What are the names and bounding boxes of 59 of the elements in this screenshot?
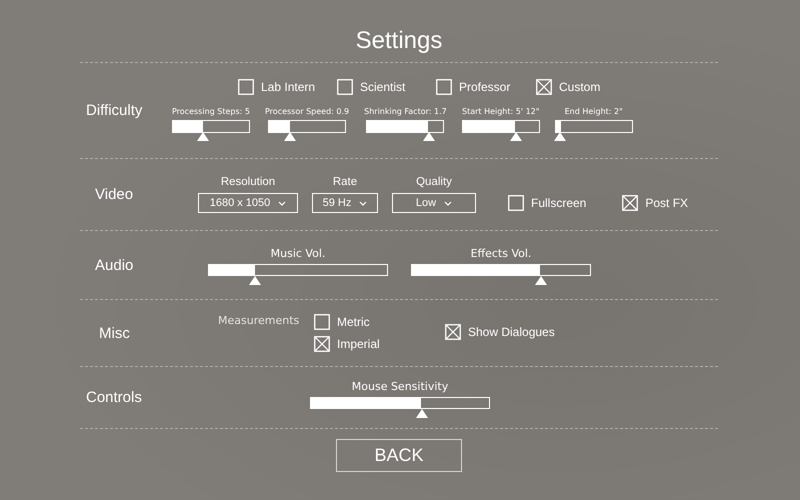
slider-track[interactable] bbox=[310, 396, 490, 408]
checkbox-label[interactable]: Post FX bbox=[645, 196, 688, 210]
slider-thumb-icon[interactable] bbox=[510, 132, 522, 141]
slider-track[interactable] bbox=[366, 120, 444, 133]
checkbox[interactable] bbox=[238, 79, 254, 95]
dropdown[interactable]: 1680 x 1050 bbox=[198, 193, 298, 213]
section-label: Controls bbox=[85, 389, 143, 406]
slider-thumb-icon[interactable] bbox=[534, 276, 547, 285]
chevron-down-icon bbox=[278, 200, 286, 206]
dropdown-label: Resolution bbox=[220, 176, 276, 188]
checkbox-label[interactable]: Lab Intern bbox=[261, 80, 316, 94]
checkbox[interactable] bbox=[508, 195, 524, 211]
page-title: Settings bbox=[354, 26, 444, 56]
slider-thumb-icon[interactable] bbox=[422, 132, 435, 141]
slider-track[interactable] bbox=[411, 264, 591, 276]
slider-label: Shrinking Factor: 1.7 bbox=[364, 107, 447, 116]
slider-label: Effects Vol. bbox=[470, 247, 532, 260]
checkbox-label[interactable]: Imperial bbox=[337, 337, 380, 351]
slider-thumb-icon[interactable] bbox=[248, 276, 261, 285]
checkbox-label[interactable]: Show Dialogues bbox=[468, 325, 555, 339]
dropdown-label: Quality bbox=[416, 176, 452, 188]
checkbox-label[interactable]: Fullscreen bbox=[531, 196, 586, 210]
slider-label: Processor Speed: 0.9 bbox=[265, 107, 350, 116]
slider-label: Processing Steps: 5 bbox=[172, 107, 250, 116]
dropdown[interactable]: Low bbox=[392, 193, 476, 213]
checkbox-label[interactable]: Professor bbox=[459, 80, 510, 94]
dropdown[interactable]: 59 Hz bbox=[312, 193, 378, 213]
back-button[interactable]: BACK bbox=[336, 439, 462, 472]
chevron-down-icon bbox=[359, 200, 368, 206]
slider-track[interactable] bbox=[208, 264, 388, 276]
group-label: Measurements bbox=[218, 314, 300, 327]
checkbox[interactable] bbox=[436, 79, 452, 95]
checked-checkbox[interactable] bbox=[314, 336, 330, 352]
checkbox-label[interactable]: Custom bbox=[559, 80, 600, 94]
slider-track[interactable] bbox=[268, 120, 346, 133]
section-label: Video bbox=[94, 186, 134, 203]
dropdown-label: Rate bbox=[332, 176, 358, 188]
slider-thumb-icon[interactable] bbox=[416, 408, 428, 418]
checkbox[interactable] bbox=[337, 79, 353, 95]
slider-label: Mouse Sensitivity bbox=[352, 380, 448, 392]
slider-track[interactable] bbox=[462, 120, 540, 133]
section-label: Audio bbox=[94, 256, 134, 274]
checkbox-label[interactable]: Metric bbox=[337, 315, 370, 329]
slider-track[interactable] bbox=[172, 120, 250, 133]
checkbox-label[interactable]: Scientist bbox=[360, 80, 406, 94]
slider-thumb-icon[interactable] bbox=[197, 132, 210, 141]
slider-label: Start Height: 5' 12" bbox=[462, 107, 540, 116]
section-label: Difficulty bbox=[85, 102, 144, 119]
checked-checkbox[interactable] bbox=[622, 195, 638, 211]
slider-thumb-icon[interactable] bbox=[554, 132, 566, 141]
checkbox[interactable] bbox=[314, 314, 330, 330]
slider-track[interactable] bbox=[554, 120, 633, 133]
chevron-down-icon bbox=[444, 200, 452, 206]
slider-label: Music Vol. bbox=[270, 247, 326, 260]
slider-label: End Height: 2" bbox=[564, 107, 623, 116]
checked-checkbox[interactable] bbox=[445, 324, 461, 340]
checked-checkbox[interactable] bbox=[536, 79, 552, 95]
section-label: Misc bbox=[98, 324, 131, 342]
slider-thumb-icon[interactable] bbox=[284, 132, 296, 141]
